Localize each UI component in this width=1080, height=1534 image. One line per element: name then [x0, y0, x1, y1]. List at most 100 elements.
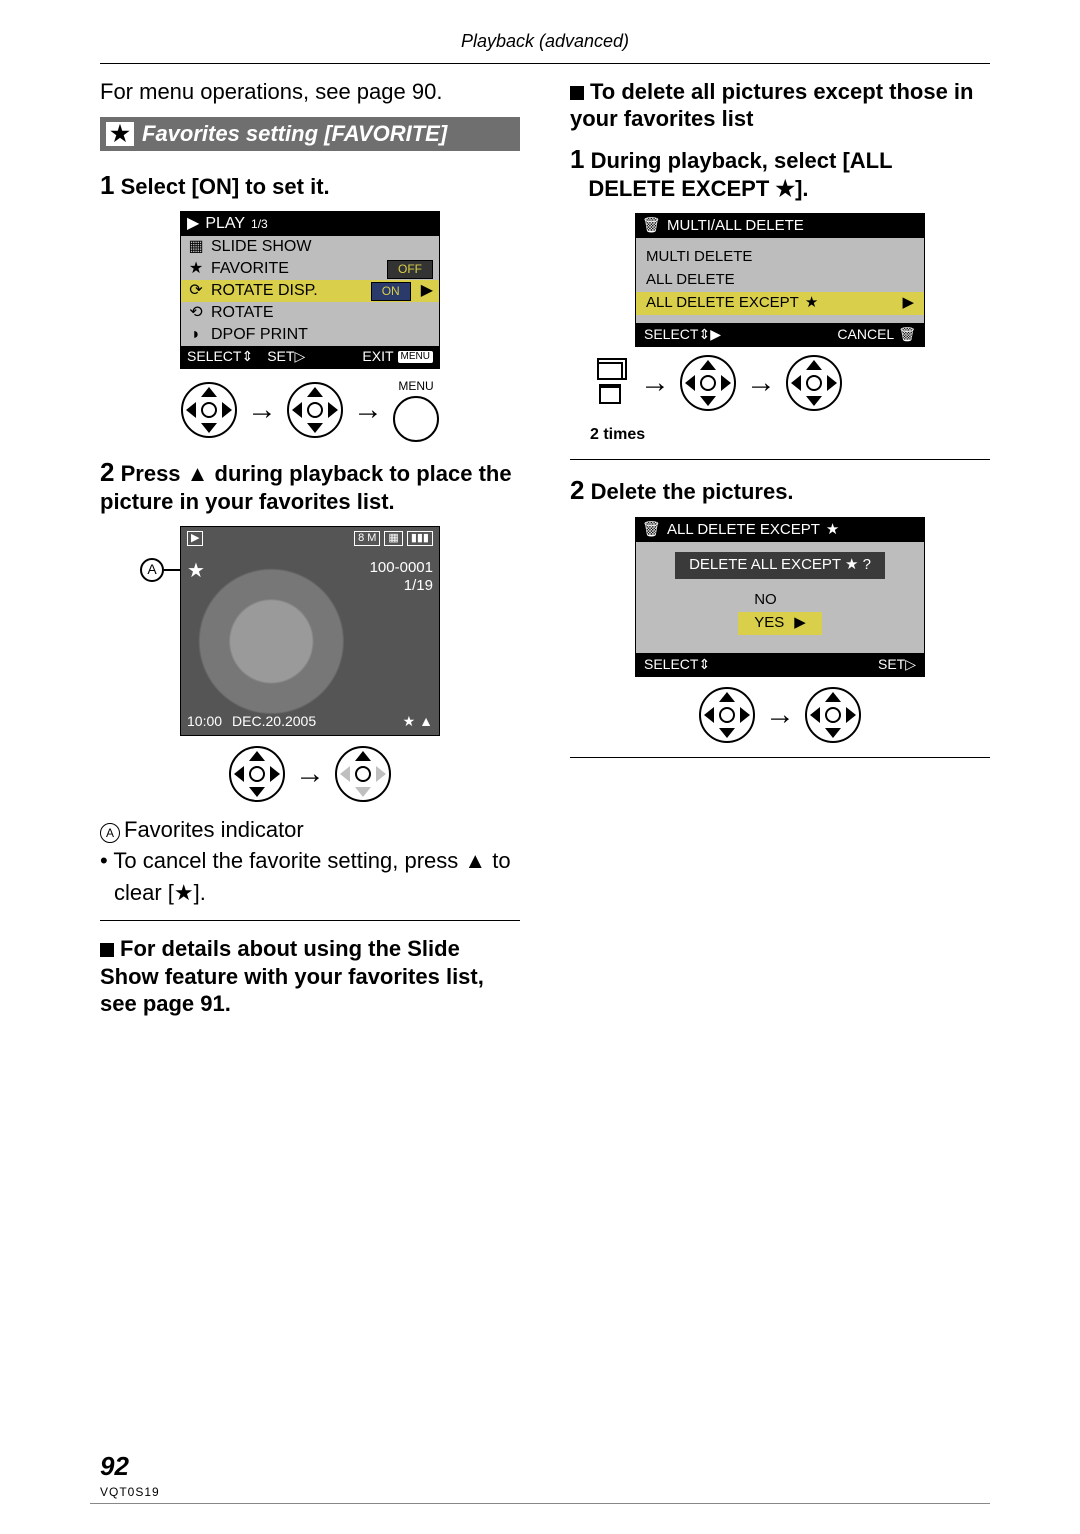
dpad-icon	[699, 687, 755, 743]
dpad-icon	[287, 382, 343, 438]
confirm-question: DELETE ALL EXCEPT ★ ?	[675, 552, 885, 579]
notes-block: AFavorites indicator • To cancel the fav…	[100, 816, 520, 907]
quality-icon: ▦	[384, 531, 402, 547]
page-indicator: 1/3	[251, 217, 268, 232]
image-count: 1/19	[370, 577, 433, 596]
square-bullet-icon	[100, 943, 114, 957]
date: DEC.20.2005	[232, 713, 316, 731]
folder-file: 100-0001	[370, 559, 433, 578]
page-number: 92	[100, 1450, 129, 1483]
step-text: Press ▲ during playback to place the pic…	[100, 461, 512, 515]
trash-icon: 🗑	[642, 217, 661, 236]
play-icon: ▶	[187, 214, 199, 234]
left-column: For menu operations, see page 90. ★ Favo…	[100, 78, 520, 1028]
slideshow-icon: ▦	[187, 237, 205, 257]
section-title: Favorites setting [FAVORITE]	[142, 120, 447, 148]
size-badge: 8 M	[354, 531, 380, 547]
star-icon: ★	[106, 122, 134, 146]
dpad-flow-4: →	[570, 687, 990, 743]
arrow-right-icon: →	[746, 364, 776, 402]
footer-select: SELECT⇕	[187, 348, 253, 366]
lcd3-title: ALL DELETE EXCEPT	[667, 521, 820, 540]
footer-select: SELECT⇕	[644, 656, 710, 674]
rotate-disp-value: ON	[371, 282, 411, 301]
time: 10:00	[187, 713, 222, 731]
step-text-a: During playback, select [ALL	[591, 148, 893, 173]
dpad-icon	[181, 382, 237, 438]
row-label: ROTATE	[211, 303, 274, 323]
step-text: Delete the pictures.	[591, 479, 794, 504]
favorite-value: OFF	[387, 260, 433, 279]
header-rule	[100, 63, 990, 64]
lcd2-title: MULTI/ALL DELETE	[667, 217, 804, 236]
dpad-icon	[805, 687, 861, 743]
left-step-2: 2 Press ▲ during playback to place the p…	[100, 456, 520, 516]
dpad-flow-2: →	[100, 746, 520, 802]
dpad-flow-1: → → MENU	[100, 379, 520, 442]
arrow-right-icon: →	[295, 755, 325, 793]
left-subhead: For details about using the Slide Show f…	[100, 935, 520, 1018]
menu-row-slideshow: ▦ SLIDE SHOW	[181, 236, 439, 258]
callout-a-badge: A	[140, 558, 164, 582]
arrow-right-icon: →	[247, 391, 277, 429]
opt-yes: YES ▶	[738, 612, 822, 635]
left-step-1: 1 Select [ON] to set it.	[100, 169, 520, 202]
dpad-icon	[229, 746, 285, 802]
right-step-2: 2 Delete the pictures.	[570, 474, 990, 507]
divider	[570, 757, 990, 758]
opt-multi-delete: MULTI DELETE	[636, 246, 924, 269]
footer-rule	[90, 1503, 990, 1504]
callout-a-inline: A	[100, 823, 120, 843]
opt-all-delete-except: ALL DELETE EXCEPT ★ ▶	[636, 292, 924, 315]
menu-chip: MENU	[398, 351, 433, 364]
chevron-right-icon: ▶	[421, 281, 433, 301]
rotate-disp-icon: ⟳	[187, 281, 205, 301]
lcd-multi-all-delete: 🗑 MULTI/ALL DELETE MULTI DELETE ALL DELE…	[635, 213, 925, 348]
row-label: FAVORITE	[211, 259, 289, 279]
menu-button-icon	[393, 396, 439, 442]
divider	[100, 920, 520, 921]
arrow-right-icon: →	[640, 364, 670, 402]
multi-trash-icon	[590, 362, 630, 404]
row-label: ROTATE DISP.	[211, 281, 318, 301]
two-times-label: 2 times	[590, 425, 990, 445]
favorites-indicator-label: Favorites indicator	[124, 817, 304, 842]
intro-text: For menu operations, see page 90.	[100, 78, 520, 106]
chevron-right-icon: ▶	[794, 614, 806, 633]
rotate-icon: ⟲	[187, 303, 205, 323]
lcd-title: PLAY	[205, 214, 245, 234]
favorites-section-header: ★ Favorites setting [FAVORITE]	[100, 117, 520, 151]
note-bullet-1a: • To cancel the favorite setting, press …	[100, 847, 520, 875]
favorite-star-indicator: ★	[187, 559, 205, 584]
arrow-right-icon: →	[765, 696, 795, 734]
step-number: 1	[570, 144, 584, 174]
dpad-icon	[335, 746, 391, 802]
step-number: 1	[100, 170, 114, 200]
footer-set: SET▷	[878, 656, 916, 674]
step-text: Select [ON] to set it.	[121, 174, 330, 199]
play-mode-icon: ▶	[187, 531, 203, 547]
star-icon: ★	[826, 521, 839, 540]
right-column: To delete all pictures except those in y…	[570, 78, 990, 1028]
step-number: 2	[570, 475, 584, 505]
note-bullet-1b: clear [★].	[100, 879, 520, 907]
opt-all-delete: ALL DELETE	[636, 269, 924, 292]
playback-photo: ▶ 8 M ▦ ▮▮▮ ★ 100-0001 1/19 10:00 DEC.20…	[180, 526, 440, 736]
star-icon: ★	[805, 294, 818, 313]
footer-select: SELECT⇕▶	[644, 326, 721, 344]
step-number: 2	[100, 457, 114, 487]
star-icon: ★	[187, 259, 205, 279]
divider	[570, 459, 990, 460]
breadcrumb: Playback (advanced)	[100, 30, 990, 53]
lcd-all-delete-except: 🗑 ALL DELETE EXCEPT ★ DELETE ALL EXCEPT …	[635, 517, 925, 678]
doc-code: VQT0S19	[100, 1485, 160, 1500]
menu-row-rotate-disp: ⟳ ROTATE DISP. ON ▶	[181, 280, 439, 302]
up-triangle-icon: ▲	[419, 713, 433, 731]
row-label: DPOF PRINT	[211, 325, 308, 345]
dpad-icon	[680, 355, 736, 411]
right-subhead-top: To delete all pictures except those in y…	[570, 78, 990, 133]
dpad-icon	[786, 355, 842, 411]
menu-row-dpof: ◗ DPOF PRINT	[181, 324, 439, 346]
square-bullet-icon	[570, 86, 584, 100]
lcd-play-menu: ▶ PLAY 1/3 ▦ SLIDE SHOW ★ FAVORITE OFF ⟳…	[180, 211, 440, 369]
